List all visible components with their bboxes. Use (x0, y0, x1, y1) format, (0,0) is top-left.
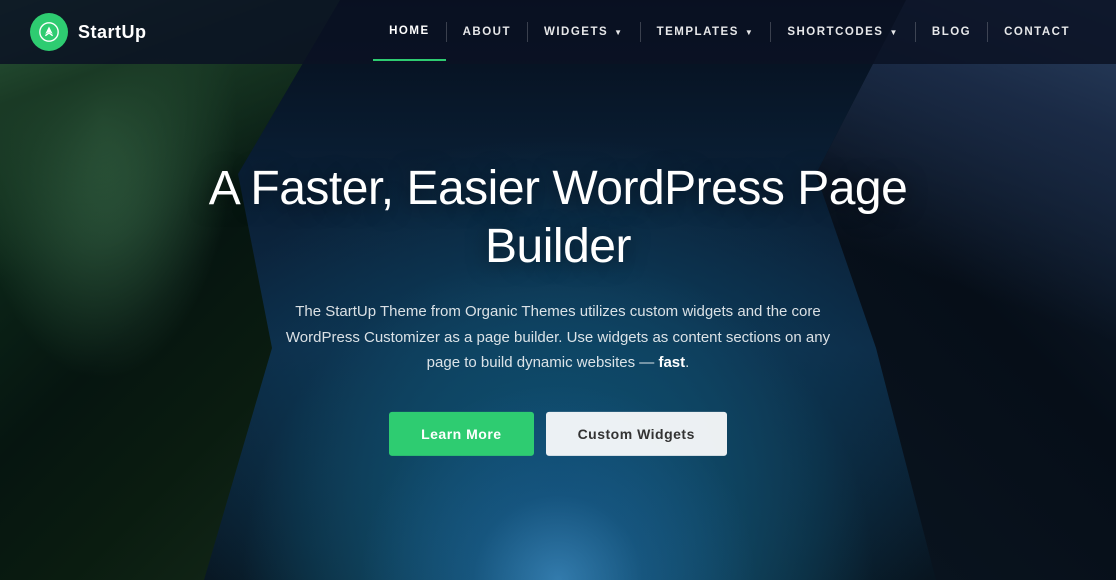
nav-item-shortcodes: SHORTCODES ▼ (771, 4, 915, 60)
templates-dropdown-arrow: ▼ (745, 28, 754, 37)
logo-icon (30, 13, 68, 51)
custom-widgets-button[interactable]: Custom Widgets (546, 412, 727, 456)
hero-section: StartUp HOME ABOUT WIDGETS ▼ (0, 0, 1116, 580)
logo-text: StartUp (78, 22, 147, 43)
shortcodes-dropdown-arrow: ▼ (889, 28, 898, 37)
nav-link-templates[interactable]: TEMPLATES ▼ (641, 4, 771, 60)
hero-subtitle: The StartUp Theme from Organic Themes ut… (268, 299, 848, 376)
nav-link-contact[interactable]: CONTACT (988, 4, 1086, 60)
nav-link-about[interactable]: ABOUT (447, 4, 527, 60)
nav-item-templates: TEMPLATES ▼ (641, 4, 771, 60)
navigation: StartUp HOME ABOUT WIDGETS ▼ (0, 0, 1116, 64)
nav-link-home[interactable]: HOME (373, 3, 446, 61)
hero-title: A Faster, Easier WordPress Page Builder (208, 160, 908, 275)
nav-link-blog[interactable]: BLOG (916, 4, 987, 60)
widgets-dropdown-arrow: ▼ (614, 28, 623, 37)
learn-more-button[interactable]: Learn More (389, 412, 533, 456)
nav-item-home: HOME (373, 3, 446, 61)
logo-link[interactable]: StartUp (30, 13, 147, 51)
nav-item-about: ABOUT (447, 4, 527, 60)
nav-item-contact: CONTACT (988, 4, 1086, 60)
hero-content: A Faster, Easier WordPress Page Builder … (208, 160, 908, 456)
hero-buttons: Learn More Custom Widgets (208, 412, 908, 456)
nav-item-widgets: WIDGETS ▼ (528, 4, 640, 60)
nav-item-blog: BLOG (916, 4, 987, 60)
nav-link-shortcodes[interactable]: SHORTCODES ▼ (771, 4, 915, 60)
nav-menu: HOME ABOUT WIDGETS ▼ TEMPLATES ▼ (373, 3, 1086, 61)
nav-link-widgets[interactable]: WIDGETS ▼ (528, 4, 640, 60)
